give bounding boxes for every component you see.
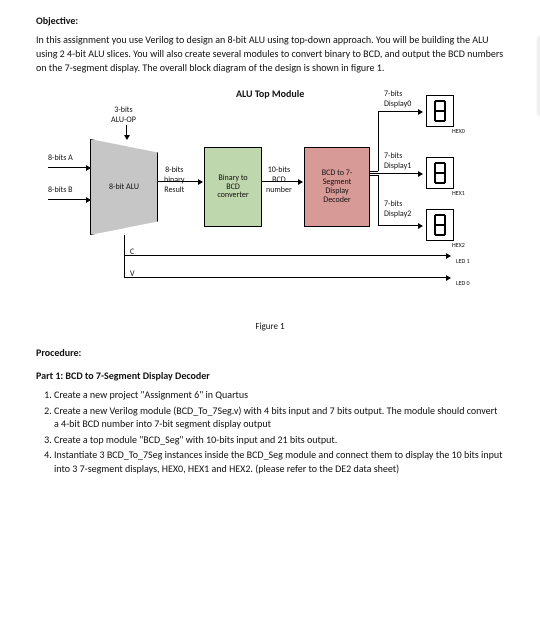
label-c: C <box>130 247 134 257</box>
label-bcd-number: 10-bits BCD number <box>266 165 292 195</box>
arrow-input-b <box>48 199 90 200</box>
box-alu: 8-bit ALU <box>90 139 158 235</box>
label-hex1: HEX1 <box>452 189 465 197</box>
box-binary-to-bcd: Binary to BCD converter <box>204 147 262 227</box>
wire-v-h <box>124 277 434 278</box>
arrow-bcd-number <box>262 181 302 182</box>
arrow-d2 <box>378 225 422 226</box>
procedure-step: Create a new Verilog module (BCD_To_7Seg… <box>54 404 504 431</box>
box-binary-to-bcd-label: Binary to BCD converter <box>217 174 248 200</box>
label-v: V <box>130 269 135 279</box>
arrow-d0 <box>378 111 422 112</box>
seven-seg-hex2 <box>426 209 454 241</box>
procedure-step: Instantiate 3 BCD_To_7Seg instances insi… <box>54 448 504 475</box>
objective-heading: Objective: <box>36 14 504 27</box>
wire-d0-v <box>378 111 379 171</box>
arrow-led1 <box>434 255 450 256</box>
objective-paragraph: In this assignment you use Verilog to de… <box>36 33 504 75</box>
label-alu-op: 3-bits ALU-OP <box>111 105 136 125</box>
procedure-step: Create a new project "Assignment 6" in Q… <box>54 388 504 402</box>
label-input-b: 8-bits B <box>48 185 73 195</box>
arrow-alu-op <box>126 125 127 139</box>
label-display1: 7-bits Display1 <box>384 151 411 171</box>
seven-seg-hex0 <box>426 95 454 127</box>
label-input-a: 8-bits A <box>48 153 73 163</box>
figure-caption: Figure 1 <box>36 321 504 332</box>
label-led1: LED 1 <box>456 257 470 265</box>
label-hex2: HEX2 <box>452 241 465 249</box>
arrow-alu-result <box>158 181 202 182</box>
block-diagram: ALU Top Module 3-bits ALU-OP 8-bits A 8-… <box>36 85 504 315</box>
wire-c-h <box>124 255 434 256</box>
wire-d2-v <box>378 175 379 225</box>
label-alu-result: 8-bits binary Result <box>164 165 185 195</box>
box-decoder: BCD to 7- Segment Display Decoder <box>304 147 370 227</box>
label-display0: 7-bits Display0 <box>384 89 411 109</box>
box-decoder-label: BCD to 7- Segment Display Decoder <box>322 169 352 204</box>
diagram-title: ALU Top Module <box>236 87 304 100</box>
part1-heading: Part 1: BCD to 7-Segment Display Decoder <box>36 369 504 382</box>
arrow-led0 <box>434 277 450 278</box>
wire-d0-stub <box>370 171 378 172</box>
document-page: Objective: In this assignment you use Ve… <box>0 0 540 620</box>
procedure-heading: Procedure: <box>36 346 504 359</box>
label-led0: LED 0 <box>456 279 470 287</box>
label-display2: 7-bits Display2 <box>384 199 411 219</box>
procedure-step: Create a top module "BCD_Seg" with 10-bi… <box>54 433 504 447</box>
procedure-list: Create a new project "Assignment 6" in Q… <box>36 388 504 475</box>
box-alu-label: 8-bit ALU <box>109 183 139 192</box>
arrow-input-a <box>48 167 90 168</box>
wire-v-v <box>124 235 125 277</box>
label-hex0: HEX0 <box>452 127 465 135</box>
seven-seg-hex1 <box>426 157 454 189</box>
arrow-d1 <box>370 173 422 174</box>
wire-d2-stub <box>370 175 378 176</box>
